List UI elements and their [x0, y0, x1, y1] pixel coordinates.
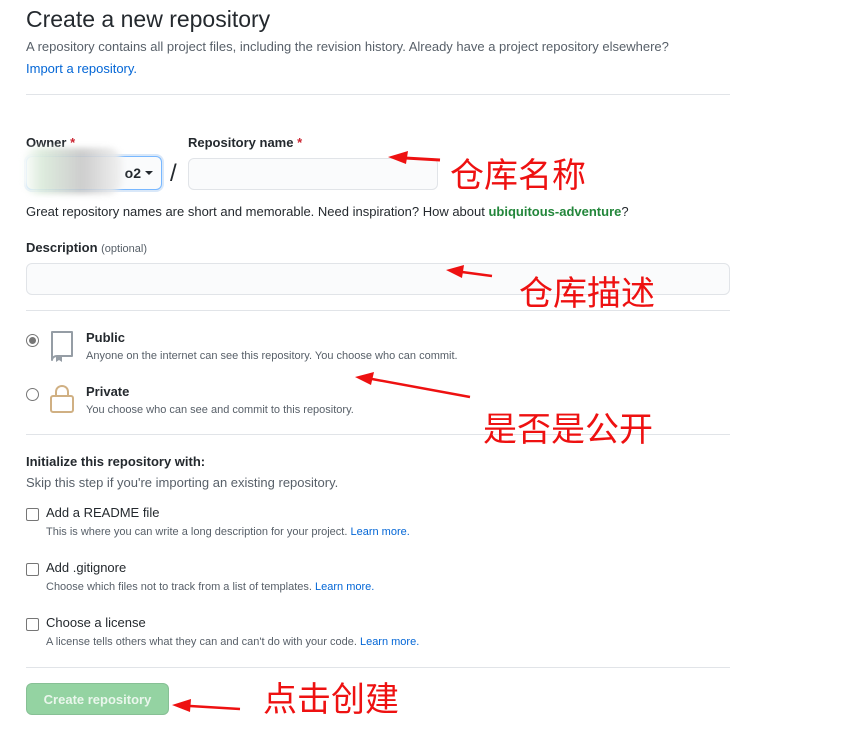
readme-desc-text: This is where you can write a long descr…	[46, 526, 348, 538]
hint-text: Great repository names are short and mem…	[26, 204, 489, 219]
private-description: You choose who can see and commit to thi…	[86, 404, 354, 416]
license-title: Choose a license	[46, 615, 146, 630]
repo-name-hint: Great repository names are short and mem…	[26, 204, 629, 219]
annotation-arrow-create	[189, 704, 241, 711]
redacted-owner-avatar	[22, 148, 122, 194]
create-repository-button[interactable]: Create repository	[26, 683, 169, 715]
divider	[26, 94, 730, 95]
public-radio[interactable]	[26, 334, 39, 347]
license-checkbox[interactable]	[26, 618, 39, 631]
license-desc-text: A license tells others what they can and…	[46, 636, 357, 648]
divider	[26, 667, 730, 668]
init-subtext: Skip this step if you're importing an ex…	[26, 475, 339, 490]
gitignore-learn-more-link[interactable]: Learn more.	[315, 581, 374, 593]
public-title: Public	[86, 330, 126, 345]
private-title: Private	[86, 384, 130, 399]
lock-icon	[50, 384, 74, 413]
gitignore-checkbox[interactable]	[26, 563, 39, 576]
annotation-description: 仓库描述	[519, 274, 655, 314]
description-label-text: Description	[26, 240, 98, 255]
page-title: Create a new repository	[26, 6, 271, 32]
gitignore-desc-text: Choose which files not to track from a l…	[46, 581, 312, 593]
gitignore-title: Add .gitignore	[46, 560, 127, 575]
description-label: Description (optional)	[26, 240, 147, 255]
public-description: Anyone on the internet can see this repo…	[86, 350, 458, 362]
readme-learn-more-link[interactable]: Learn more.	[350, 526, 409, 538]
name-suggestion-link[interactable]: ubiquitous-adventure	[488, 204, 621, 219]
page-subtitle: A repository contains all project files,…	[26, 39, 669, 54]
required-mark: *	[297, 135, 303, 150]
license-description: A license tells others what they can and…	[46, 636, 419, 648]
gitignore-description: Choose which files not to track from a l…	[46, 581, 374, 593]
owner-repo-separator: /	[170, 160, 177, 187]
hint-end: ?	[621, 204, 629, 219]
repo-book-icon	[51, 331, 73, 362]
import-repository-link[interactable]: Import a repository.	[26, 61, 137, 76]
readme-checkbox[interactable]	[26, 508, 39, 521]
private-radio[interactable]	[26, 388, 39, 401]
owner-value: o2	[124, 165, 141, 181]
annotation-visibility: 是否是公开	[483, 410, 653, 450]
repo-name-label-text: Repository name	[188, 135, 294, 150]
init-heading: Initialize this repository with:	[26, 454, 206, 469]
repo-name-label: Repository name *	[188, 135, 302, 150]
repo-name-input[interactable]	[188, 158, 438, 190]
annotation-repo-name: 仓库名称	[450, 156, 586, 196]
caret-down-icon	[145, 171, 153, 175]
license-learn-more-link[interactable]: Learn more.	[360, 636, 419, 648]
readme-title: Add a README file	[46, 505, 160, 520]
annotation-create: 点击创建	[263, 680, 399, 720]
readme-description: This is where you can write a long descr…	[46, 526, 410, 538]
annotation-arrow-visibility	[371, 377, 471, 399]
optional-note: (optional)	[101, 243, 147, 255]
